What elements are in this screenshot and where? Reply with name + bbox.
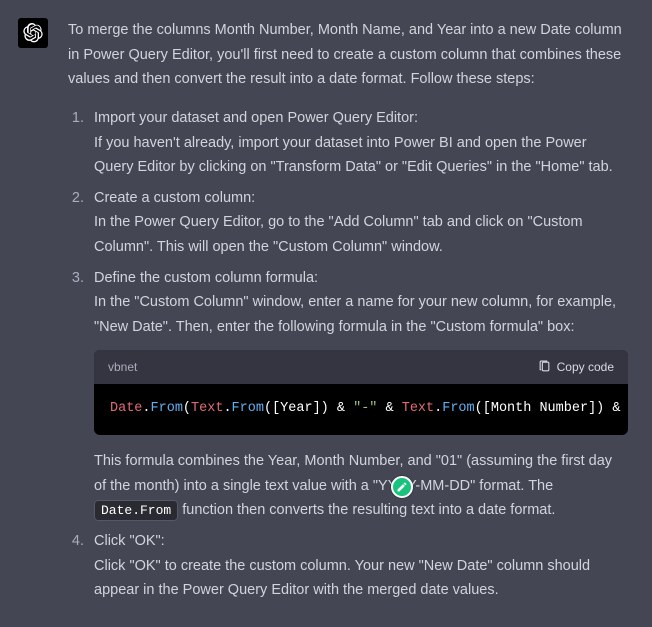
inline-code: Date.From	[94, 500, 178, 521]
step-body: In the "Custom Column" window, enter a n…	[94, 290, 628, 339]
step-title: Define the custom column formula:	[94, 270, 318, 286]
clipboard-icon	[538, 360, 551, 373]
step-item: Import your dataset and open Power Query…	[88, 106, 628, 180]
step-title: Import your dataset and open Power Query…	[94, 110, 418, 126]
code-content[interactable]: Date.From(Text.From([Year]) & "-" & Text…	[94, 384, 628, 435]
edit-cursor-icon[interactable]	[391, 476, 413, 498]
step-item: Create a custom column: In the Power Que…	[88, 186, 628, 260]
intro-paragraph: To merge the columns Month Number, Month…	[68, 18, 628, 92]
assistant-message: To merge the columns Month Number, Month…	[0, 0, 652, 627]
step-body: If you haven't already, import your data…	[94, 131, 628, 180]
steps-list: Import your dataset and open Power Query…	[68, 106, 628, 603]
assistant-avatar	[18, 18, 48, 48]
message-content: To merge the columns Month Number, Month…	[68, 18, 634, 609]
step-after-code: This formula combines the Year, Month Nu…	[94, 453, 612, 518]
step-item: Define the custom column formula: In the…	[88, 266, 628, 523]
code-language-label: vbnet	[108, 357, 137, 377]
openai-logo-icon	[23, 23, 43, 43]
code-block: vbnet Copy code Date.From(Text.From([Yea…	[94, 350, 628, 435]
code-header: vbnet Copy code	[94, 350, 628, 384]
copy-code-label: Copy code	[557, 357, 614, 377]
step-item: Click "OK": Click "OK" to create the cus…	[88, 529, 628, 603]
step-title: Click "OK":	[94, 533, 165, 549]
step-title: Create a custom column:	[94, 190, 255, 206]
step-body: Click "OK" to create the custom column. …	[94, 554, 628, 603]
step-body: In the Power Query Editor, go to the "Ad…	[94, 210, 628, 259]
copy-code-button[interactable]: Copy code	[538, 357, 614, 377]
